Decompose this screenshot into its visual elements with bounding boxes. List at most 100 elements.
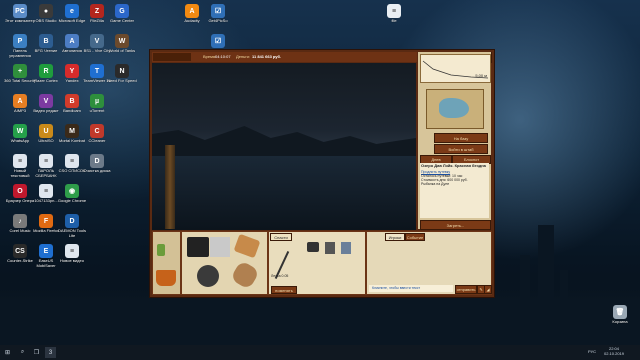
game-taskbar-icon[interactable]: 3: [45, 347, 56, 358]
to-base-button[interactable]: На базу: [434, 133, 488, 143]
app-icon: P: [13, 34, 27, 48]
app-icon: G: [115, 4, 129, 18]
app-icon: Z: [90, 4, 104, 18]
desktop-icon-label: CCleaner: [88, 138, 106, 143]
app-icon: PC: [13, 4, 27, 18]
fishing-scene[interactable]: [152, 63, 416, 230]
desktop-icon[interactable]: D Очистка диска: [81, 154, 113, 174]
desktop-icon[interactable]: C CCleaner: [81, 124, 113, 144]
checkbox-icon: ☑: [211, 34, 225, 48]
line-label: Леска 0.05: [271, 274, 289, 278]
depth-chart: 5,00 м: [420, 54, 491, 83]
tab-events[interactable]: Событие: [405, 233, 425, 241]
lake-title: Озеро Дав Лэйк. Красная бездна: [421, 163, 486, 168]
bait-icon: [157, 244, 165, 256]
desktop-icon-recycle-bin[interactable]: 🗑 Корзина: [604, 305, 636, 325]
recycle-bin-icon: 🗑: [613, 305, 627, 319]
status-slots: [153, 53, 191, 61]
app-icon: ≡: [39, 184, 53, 198]
wallpaper-tower: [538, 225, 554, 345]
change-tackle-button[interactable]: поменять: [271, 286, 297, 294]
app-icon: ≡: [65, 154, 79, 168]
button-label: поменять: [275, 287, 293, 293]
tab-label: Событие: [406, 234, 424, 240]
lake-map[interactable]: [426, 89, 484, 129]
reel-icon: [307, 242, 319, 252]
sack-icon: [229, 259, 261, 291]
app-icon: W: [115, 34, 129, 48]
desktop-icon[interactable]: µ uTorrent: [81, 94, 113, 114]
chat-input[interactable]: Кликните, чтобы ввести текст: [369, 285, 453, 292]
desktop-icon-label: uTorrent: [89, 108, 105, 113]
system-tray-language[interactable]: РУС: [588, 349, 596, 354]
desktop-icon[interactable]: ≡ Новое видео: [56, 244, 88, 264]
taskbar: ⊞ ⌕ ❐ 3 РУС 22:04 02.10.2019: [0, 345, 640, 360]
desktop-icon[interactable]: ◉ Google Chrome: [56, 184, 88, 204]
app-icon: B: [65, 94, 79, 108]
desktop-icon[interactable]: D DAEMON Tools Lite: [56, 214, 88, 238]
search-icon[interactable]: ⌕: [17, 347, 28, 358]
desktop-icon-label: Need For Speed: [107, 78, 137, 83]
document-icon: ≡: [387, 4, 401, 18]
app-icon: E: [39, 244, 53, 258]
button-label: На базу: [453, 135, 469, 141]
game-topbar: Время: 04:10:07 Деньги: 11 841 663 руб.: [152, 52, 417, 62]
app-icon: F: [39, 214, 53, 228]
lake-water: [152, 156, 416, 230]
headquarters-button[interactable]: Войти в штаб: [434, 144, 488, 154]
app-icon: A: [13, 94, 27, 108]
fishing-rod[interactable]: [165, 145, 175, 229]
chat-placeholder: Кликните, чтобы ввести текст: [372, 286, 421, 290]
button-label: Войти в штаб: [448, 146, 474, 152]
send-button[interactable]: отправить: [455, 285, 477, 294]
app-icon: +: [13, 64, 27, 78]
start-button[interactable]: ⊞: [2, 347, 13, 358]
app-icon: V: [39, 94, 53, 108]
task-view-icon[interactable]: ❐: [31, 347, 42, 358]
desktop-icon[interactable]: G Game Center: [106, 4, 138, 24]
feed-bag-icon: [210, 237, 230, 257]
pot-icon: [197, 265, 219, 287]
desktop-icon-label: Google Chrome: [57, 198, 87, 203]
inventory-panel[interactable]: [182, 232, 267, 294]
app-icon: ≡: [65, 244, 79, 258]
app-icon: e: [65, 4, 79, 18]
desktop-icon-label: Game Center: [109, 18, 134, 23]
tackle-panel[interactable]: Снасти Леска 0.05 поменять: [269, 232, 365, 294]
app-icon: M: [65, 124, 79, 138]
tab-label: Днев: [431, 157, 441, 162]
app-icon: W: [13, 124, 27, 138]
button-label: Загреть...: [446, 222, 465, 228]
bottom-panel: Снасти Леска 0.05 поменять Игроки Событи…: [152, 231, 492, 295]
tab-players[interactable]: Игроки: [385, 233, 405, 241]
fish-text: Рыбалка на Дуле: [421, 182, 450, 186]
app-icon: µ: [90, 94, 104, 108]
desktop-icon[interactable]: W World of Tanks: [106, 34, 138, 54]
button-label: отправить: [456, 287, 476, 292]
float-icon: [341, 242, 351, 254]
time-value: 04:10:07: [215, 54, 231, 59]
app-icon: U: [39, 124, 53, 138]
desktop-icon[interactable]: N Need For Speed: [106, 64, 138, 84]
expand-button[interactable]: ◢: [484, 285, 492, 294]
desktop-icon-file[interactable]: ≡ file: [378, 4, 410, 24]
app-icon: ≡: [39, 154, 53, 168]
clock[interactable]: 22:04 02.10.2019: [604, 346, 624, 356]
desktop-icon-app[interactable]: ☑: [202, 34, 234, 49]
app-icon: A: [65, 34, 79, 48]
desktop-icon-app[interactable]: ☑: [202, 4, 234, 19]
app-icon: A: [185, 4, 199, 18]
right-panel: 5,00 м На базу Войти в штаб Днев Блокнот…: [418, 52, 491, 230]
app-icon: N: [115, 64, 129, 78]
lake-map-water: [439, 98, 469, 118]
bait-slots[interactable]: [153, 232, 180, 294]
wallpaper-tower: [520, 255, 530, 345]
app-icon: D: [65, 214, 79, 228]
lake-info-box: Озеро Дав Лэйк. Красная бездна Продлить …: [420, 163, 489, 218]
desktop-icon-label: Очистка диска: [83, 168, 111, 173]
bait-bucket-icon: [156, 270, 176, 286]
desktop-icon-label: Get4PicSo: [208, 18, 228, 23]
app-icon: V: [90, 34, 104, 48]
goals-button[interactable]: Загреть...: [420, 220, 491, 230]
desktop-icon-label: Новое видео: [60, 258, 84, 263]
